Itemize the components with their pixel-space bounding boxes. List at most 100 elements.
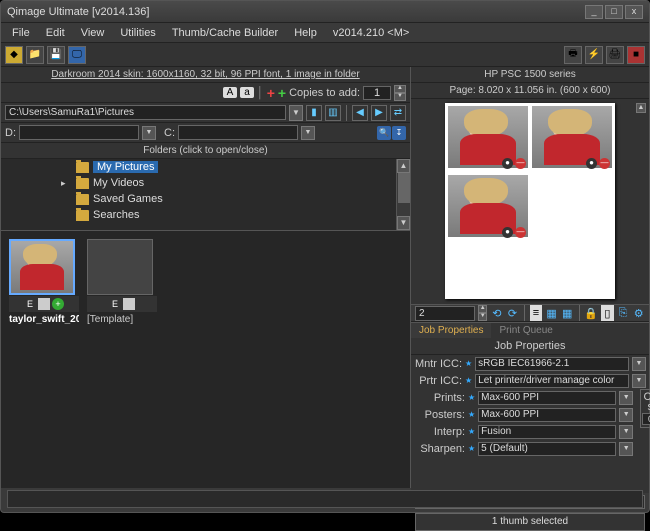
copy-row: A a │ + + Copies to add: ▲▼ bbox=[1, 83, 410, 103]
monitor-icon[interactable]: 🖵 bbox=[68, 46, 86, 64]
star-icon: ★ bbox=[468, 444, 475, 453]
info-bar[interactable]: Darkroom 2014 skin: 1600x1160, 32 bit, 9… bbox=[1, 67, 410, 83]
copy-icon[interactable]: ⎘ bbox=[617, 305, 630, 321]
fwd-icon[interactable]: ▶ bbox=[371, 105, 387, 121]
dropdown-icon[interactable]: ▼ bbox=[619, 391, 633, 405]
lock-icon[interactable]: 🔒 bbox=[584, 305, 598, 321]
square-icon[interactable] bbox=[38, 298, 50, 310]
copies-input[interactable] bbox=[363, 86, 391, 100]
mode-a-upper-button[interactable]: A bbox=[223, 87, 238, 98]
folder-row-videos[interactable]: ▸My Videos bbox=[1, 175, 410, 191]
remove-icon[interactable]: — bbox=[515, 227, 526, 238]
bolt-icon[interactable]: ⚡ bbox=[585, 46, 603, 64]
menu-version[interactable]: v2014.210 <M> bbox=[326, 25, 416, 41]
tab-job-properties[interactable]: Job Properties bbox=[411, 323, 491, 338]
thumbnail-template[interactable]: E [Template] bbox=[87, 239, 157, 325]
grid-icon[interactable]: ▦ bbox=[545, 305, 558, 321]
dark-icon[interactable]: ● bbox=[586, 158, 597, 169]
dark-icon[interactable]: ● bbox=[502, 227, 513, 238]
preview-scrollbar[interactable]: ▲ bbox=[636, 103, 646, 300]
folder-icon bbox=[76, 194, 89, 205]
folder-scrollbar[interactable]: ▲▼ bbox=[396, 159, 410, 230]
right-pane: HP PSC 1500 series Page: 8.020 x 11.056 … bbox=[411, 67, 649, 488]
print-page[interactable]: ●— ●— ●— bbox=[445, 103, 615, 299]
drive-c-dropdown[interactable]: ▼ bbox=[301, 126, 315, 140]
prints-label: Prints: bbox=[417, 392, 465, 404]
find-icon[interactable]: 🔍 bbox=[377, 126, 391, 140]
list-icon[interactable]: ≡ bbox=[530, 305, 543, 321]
stop-icon[interactable]: ■ bbox=[627, 46, 645, 64]
canvas-input[interactable] bbox=[642, 413, 650, 425]
folder-row-searches[interactable]: Searches bbox=[1, 207, 410, 223]
edit-icon[interactable]: E bbox=[109, 298, 121, 310]
dropdown-icon[interactable]: ▼ bbox=[619, 442, 633, 456]
zoom-stepper[interactable]: ▲▼ bbox=[478, 305, 487, 321]
drive-d-dropdown[interactable]: ▼ bbox=[142, 126, 156, 140]
printer-icon[interactable]: 🖶 bbox=[564, 46, 582, 64]
menu-file[interactable]: File bbox=[5, 25, 37, 41]
switch-icon[interactable]: ⇄ bbox=[390, 105, 406, 121]
menu-help[interactable]: Help bbox=[287, 25, 324, 41]
placed-image-2[interactable]: ●— bbox=[532, 106, 612, 168]
remove-icon[interactable]: — bbox=[515, 158, 526, 169]
copies-stepper[interactable]: ▲▼ bbox=[394, 85, 406, 101]
dark-icon[interactable]: ● bbox=[502, 158, 513, 169]
dropdown-icon[interactable]: ▼ bbox=[619, 408, 633, 422]
folder-row-savedgames[interactable]: Saved Games bbox=[1, 191, 410, 207]
props-title: Job Properties bbox=[411, 338, 649, 355]
sharpen-input[interactable] bbox=[478, 442, 616, 456]
menu-utilities[interactable]: Utilities bbox=[113, 25, 162, 41]
path-dropdown-icon[interactable]: ▼ bbox=[289, 105, 303, 121]
prtr-input[interactable] bbox=[475, 374, 629, 388]
placed-image-3[interactable]: ●— bbox=[448, 175, 528, 237]
zoom-out-icon[interactable]: ⟲ bbox=[490, 305, 503, 321]
shield-icon[interactable]: ◆ bbox=[5, 46, 23, 64]
square-icon[interactable] bbox=[123, 298, 135, 310]
zoom-in-icon[interactable]: ⟳ bbox=[506, 305, 519, 321]
print-icon[interactable]: 🖨 bbox=[606, 46, 624, 64]
zoom-input[interactable] bbox=[415, 306, 475, 321]
minus-icon[interactable]: + bbox=[267, 85, 275, 101]
thumb-controls: E+ bbox=[9, 296, 79, 312]
folder-row-pictures[interactable]: My Pictures bbox=[1, 159, 410, 175]
open-icon[interactable]: 📁 bbox=[26, 46, 44, 64]
mntr-input[interactable] bbox=[475, 357, 629, 371]
prtr-label: Prtr ICC: bbox=[414, 375, 462, 387]
drive-c-input[interactable] bbox=[178, 125, 298, 140]
canvas-label: Canvas shrink bbox=[643, 392, 650, 412]
thumbnail-image[interactable]: E+ taylor_swift_20... bbox=[9, 239, 79, 325]
dropdown-icon[interactable]: ▼ bbox=[632, 357, 646, 371]
posters-input[interactable] bbox=[478, 408, 616, 422]
mode-a-lower-button[interactable]: a bbox=[240, 87, 254, 98]
settings-icon[interactable]: ⚙ bbox=[632, 305, 645, 321]
minimize-button[interactable]: _ bbox=[585, 5, 603, 19]
dropdown-icon[interactable]: ▼ bbox=[619, 425, 633, 439]
dropdown-icon[interactable]: ▼ bbox=[632, 374, 646, 388]
view2-icon[interactable]: ▥ bbox=[325, 105, 341, 121]
page-icon[interactable]: ▯ bbox=[601, 305, 614, 321]
plus-icon[interactable]: + bbox=[52, 298, 64, 310]
interp-input[interactable] bbox=[478, 425, 616, 439]
maximize-button[interactable]: □ bbox=[605, 5, 623, 19]
back-icon[interactable]: ◀ bbox=[352, 105, 368, 121]
thumb-caption: taylor_swift_20... bbox=[9, 314, 79, 325]
close-button[interactable]: x bbox=[625, 5, 643, 19]
remove-icon[interactable]: — bbox=[599, 158, 610, 169]
path-input[interactable] bbox=[5, 105, 286, 120]
menu-edit[interactable]: Edit bbox=[39, 25, 72, 41]
plus-icon[interactable]: + bbox=[278, 85, 286, 101]
thumb-caption: [Template] bbox=[87, 314, 157, 325]
posters-label: Posters: bbox=[417, 409, 465, 421]
find-down-icon[interactable]: ↧ bbox=[392, 126, 406, 140]
view1-icon[interactable]: ▮ bbox=[306, 105, 322, 121]
menu-view[interactable]: View bbox=[74, 25, 112, 41]
edit-icon[interactable]: E bbox=[24, 298, 36, 310]
prints-input[interactable] bbox=[478, 391, 616, 405]
expand-icon[interactable]: ▸ bbox=[61, 178, 66, 189]
tab-print-queue[interactable]: Print Queue bbox=[491, 323, 560, 338]
menu-thumbcache[interactable]: Thumb/Cache Builder bbox=[165, 25, 285, 41]
drive-d-input[interactable] bbox=[19, 125, 139, 140]
grid2-icon[interactable]: ▦ bbox=[561, 305, 574, 321]
save-icon[interactable]: 💾 bbox=[47, 46, 65, 64]
placed-image-1[interactable]: ●— bbox=[448, 106, 528, 168]
